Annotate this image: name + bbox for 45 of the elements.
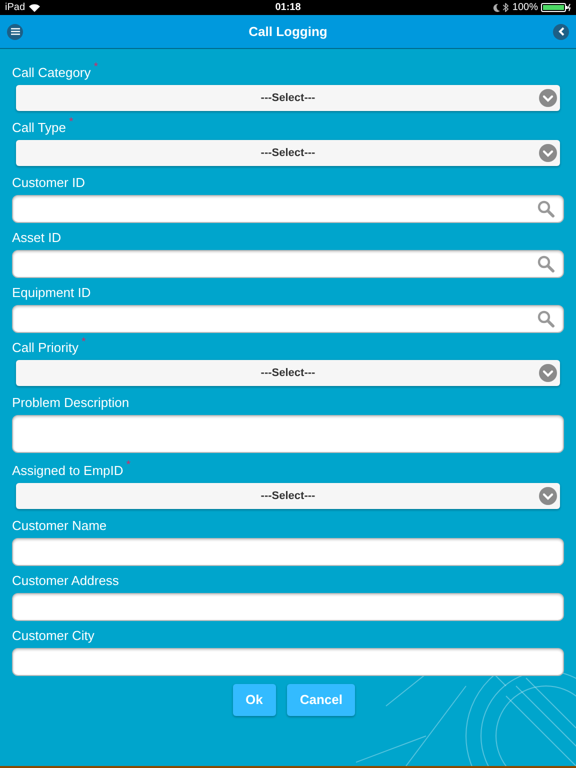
status-time: 01:18	[275, 1, 301, 15]
input-field[interactable]	[12, 593, 564, 621]
back-button[interactable]	[553, 24, 569, 40]
battery-percent: 100%	[512, 1, 538, 15]
chevron-down-icon	[539, 364, 557, 382]
device-name: iPad	[5, 1, 26, 15]
bluetooth-icon	[503, 3, 510, 12]
field-label: Call Priority	[12, 340, 78, 356]
select-dropdown[interactable]: ---Select---	[16, 140, 560, 166]
field-label: Problem Description	[12, 395, 130, 411]
menu-button[interactable]	[7, 24, 23, 40]
field-label: Call Type	[12, 120, 66, 136]
chevron-left-icon	[558, 27, 564, 36]
chevron-down-icon	[539, 89, 557, 107]
search-icon	[537, 200, 555, 218]
text-area[interactable]	[12, 415, 564, 453]
input-field[interactable]	[12, 538, 564, 566]
moon-icon	[493, 4, 500, 12]
required-mark: *	[68, 117, 74, 127]
field-label: Customer City	[12, 628, 94, 644]
select-dropdown[interactable]: ---Select---	[16, 483, 560, 509]
chevron-down-icon	[539, 144, 557, 162]
menu-icon	[10, 28, 20, 35]
required-mark: *	[94, 62, 98, 72]
chevron-down-icon	[539, 487, 557, 505]
field-label: Customer ID	[12, 175, 85, 191]
field-label: Customer Address	[12, 573, 119, 589]
field-label: Customer Name	[12, 518, 107, 534]
select-dropdown[interactable]: ---Select---	[16, 360, 560, 386]
search-icon	[537, 310, 555, 328]
field-label: Equipment ID	[12, 285, 91, 301]
search-field[interactable]	[12, 305, 564, 333]
wifi-icon	[29, 4, 40, 12]
battery-icon	[541, 3, 571, 12]
input-field[interactable]	[12, 648, 564, 676]
search-icon	[537, 255, 555, 273]
required-mark: *	[81, 337, 86, 347]
required-mark: *	[126, 460, 131, 470]
select-dropdown[interactable]: ---Select---	[16, 85, 560, 111]
field-label: Assigned to EmpID	[12, 463, 124, 479]
field-label: Call Category	[12, 65, 91, 81]
page-title: Call Logging	[248, 22, 328, 41]
search-field[interactable]	[12, 250, 564, 278]
field-label: Asset ID	[12, 230, 62, 246]
search-field[interactable]	[12, 195, 564, 223]
